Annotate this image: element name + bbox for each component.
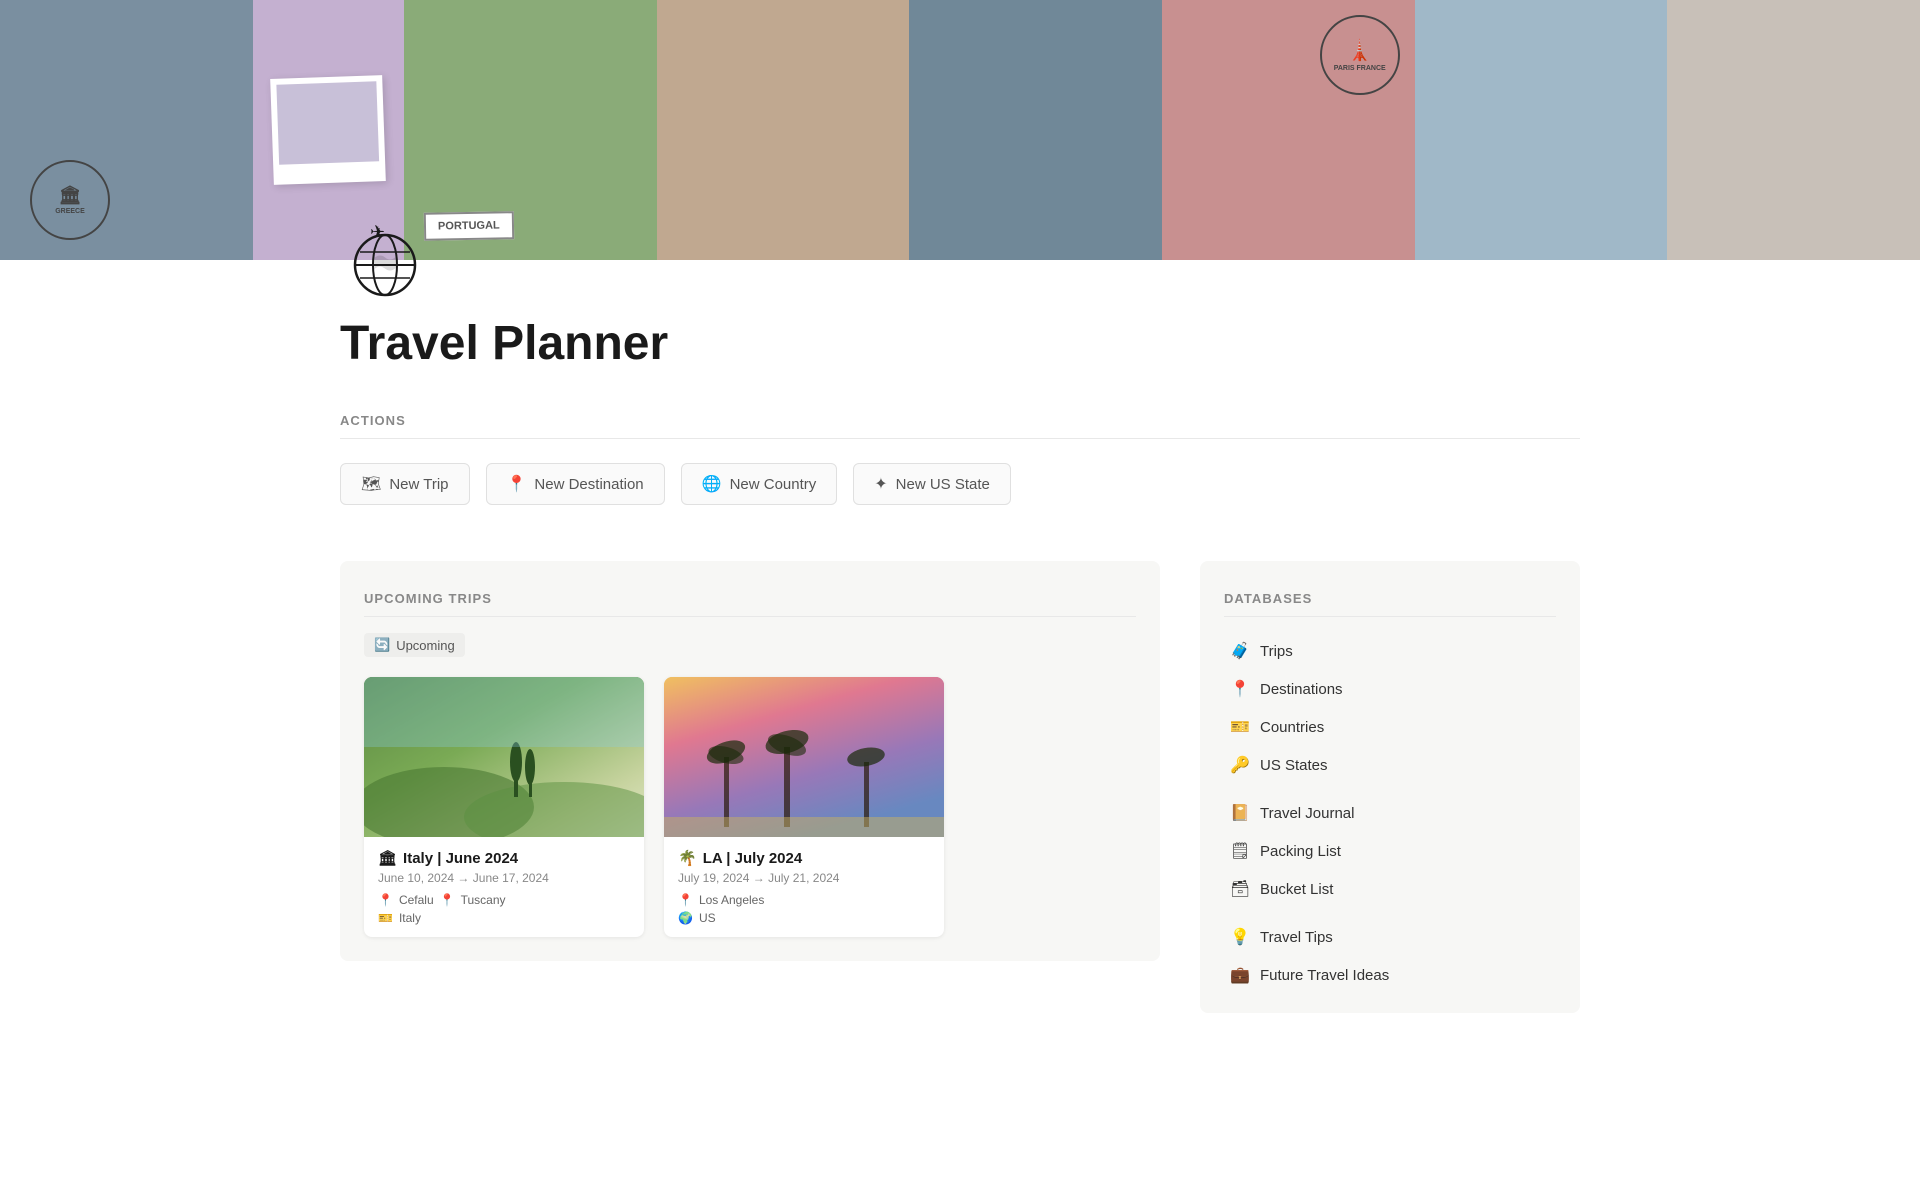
travel-tips-icon: 💡 <box>1230 927 1250 947</box>
new-country-label: New Country <box>730 476 817 493</box>
countries-icon: 🎫 <box>1230 717 1250 737</box>
travel-tips-label: Travel Tips <box>1260 929 1333 946</box>
country-icon-us: 🌍 <box>678 911 693 925</box>
destinations-label: Destinations <box>1260 681 1343 698</box>
bucket-list-label: Bucket List <box>1260 881 1333 898</box>
new-trip-label: New Trip <box>389 476 448 493</box>
databases-tertiary-list: 💡 Travel Tips 💼 Future Travel Ideas <box>1224 919 1556 993</box>
filter-label: Upcoming <box>396 638 455 653</box>
packing-list-icon: 🗒 <box>1230 841 1250 861</box>
new-destination-button[interactable]: 📍 New Destination <box>486 463 665 505</box>
location-icon-1: 📍 <box>378 893 393 907</box>
la-emoji: 🌴 <box>678 849 697 867</box>
la-country: 🌍 US <box>678 911 930 925</box>
new-destination-label: New Destination <box>534 476 643 493</box>
databases-primary-list: 🧳 Trips 📍 Destinations 🎫 Countries 🔑 US … <box>1224 633 1556 783</box>
italy-card-title: 🏛 Italy | June 2024 <box>378 849 630 867</box>
upcoming-trips-header: UPCOMING TRIPS <box>364 581 1136 617</box>
travel-journal-label: Travel Journal <box>1260 805 1354 822</box>
italy-emoji: 🏛 <box>378 849 397 867</box>
main-layout: UPCOMING TRIPS 🔄 Upcoming <box>340 561 1580 1013</box>
db-item-bucket-list[interactable]: 🗃 Bucket List <box>1224 871 1556 907</box>
databases-section-header: DATABASES <box>1224 581 1556 617</box>
us-states-icon: 🔑 <box>1230 755 1250 775</box>
location-icon-la: 📍 <box>678 893 693 907</box>
db-item-future-travel-ideas[interactable]: 💼 Future Travel Ideas <box>1224 957 1556 993</box>
db-item-us-states[interactable]: 🔑 US States <box>1224 747 1556 783</box>
country-icon: 🌐 <box>702 474 722 494</box>
trips-icon: 🧳 <box>1230 641 1250 661</box>
db-item-destinations[interactable]: 📍 Destinations <box>1224 671 1556 707</box>
italy-title-text: Italy | June 2024 <box>403 850 518 867</box>
svg-text:✈: ✈ <box>370 222 385 242</box>
italy-card-dates: June 10, 2024 → June 17, 2024 <box>378 871 630 885</box>
db-item-countries[interactable]: 🎫 Countries <box>1224 709 1556 745</box>
new-us-state-button[interactable]: ✦ New US State <box>853 463 1011 505</box>
db-divider-2 <box>1224 907 1556 919</box>
trip-card-italy[interactable]: 🏛 Italy | June 2024 June 10, 2024 → June… <box>364 677 644 937</box>
globe-icon: ✈ <box>340 210 430 300</box>
la-card-dates: July 19, 2024 → July 21, 2024 <box>678 871 930 885</box>
greece-stamp: GREECE <box>55 208 85 215</box>
la-card-image <box>664 677 944 837</box>
la-title-text: LA | July 2024 <box>703 850 803 867</box>
new-trip-button[interactable]: 🗺 New Trip <box>340 463 470 505</box>
trips-label: Trips <box>1260 643 1293 660</box>
db-divider-1 <box>1224 783 1556 795</box>
la-card-meta: 📍 Los Angeles 🌍 US <box>678 893 930 925</box>
actions-section: ACTIONS 🗺 New Trip 📍 New Destination 🌐 N… <box>340 403 1580 521</box>
la-card-body: 🌴 LA | July 2024 July 19, 2024 → July 21… <box>664 837 944 937</box>
packing-list-label: Packing List <box>1260 843 1341 860</box>
future-travel-ideas-label: Future Travel Ideas <box>1260 967 1389 984</box>
italy-card-meta: 📍 Cefalu 📍 Tuscany 🎫 Italy <box>378 893 630 925</box>
bucket-list-icon: 🗃 <box>1230 879 1250 899</box>
db-item-travel-tips[interactable]: 💡 Travel Tips <box>1224 919 1556 955</box>
italy-card-body: 🏛 Italy | June 2024 June 10, 2024 → June… <box>364 837 644 937</box>
italy-card-image <box>364 677 644 837</box>
future-travel-icon: 💼 <box>1230 965 1250 985</box>
page-title: Travel Planner <box>340 316 1580 371</box>
italy-destinations: 📍 Cefalu 📍 Tuscany <box>378 893 630 907</box>
db-item-trips[interactable]: 🧳 Trips <box>1224 633 1556 669</box>
country-icon-italy: 🎫 <box>378 911 393 925</box>
actions-section-header: ACTIONS <box>340 403 1580 439</box>
trip-card-la[interactable]: 🌴 LA | July 2024 July 19, 2024 → July 21… <box>664 677 944 937</box>
travel-journal-icon: 📔 <box>1230 803 1250 823</box>
destinations-icon: 📍 <box>1230 679 1250 699</box>
trips-section: UPCOMING TRIPS 🔄 Upcoming <box>340 561 1160 961</box>
destination-icon: 📍 <box>507 474 527 494</box>
filter-icon: 🔄 <box>374 637 390 653</box>
upcoming-filter-tag[interactable]: 🔄 Upcoming <box>364 633 465 657</box>
databases-section: DATABASES 🧳 Trips 📍 Destinations 🎫 Count… <box>1200 561 1580 1013</box>
trips-grid: 🏛 Italy | June 2024 June 10, 2024 → June… <box>364 677 1136 937</box>
new-country-button[interactable]: 🌐 New Country <box>681 463 838 505</box>
db-item-travel-journal[interactable]: 📔 Travel Journal <box>1224 795 1556 831</box>
actions-row: 🗺 New Trip 📍 New Destination 🌐 New Count… <box>340 455 1580 521</box>
us-states-label: US States <box>1260 757 1328 774</box>
la-card-title: 🌴 LA | July 2024 <box>678 849 930 867</box>
databases-secondary-list: 📔 Travel Journal 🗒 Packing List 🗃 Bucket… <box>1224 795 1556 907</box>
us-state-icon: ✦ <box>874 474 887 494</box>
la-destinations: 📍 Los Angeles <box>678 893 930 907</box>
countries-label: Countries <box>1260 719 1324 736</box>
page-icon-area: ✈ <box>340 210 1580 300</box>
new-us-state-label: New US State <box>896 476 990 493</box>
db-item-packing-list[interactable]: 🗒 Packing List <box>1224 833 1556 869</box>
italy-country: 🎫 Italy <box>378 911 630 925</box>
paris-stamp: PARIS FRANCE <box>1334 65 1386 72</box>
trip-icon: 🗺 <box>361 474 381 494</box>
location-icon-2: 📍 <box>440 893 455 907</box>
